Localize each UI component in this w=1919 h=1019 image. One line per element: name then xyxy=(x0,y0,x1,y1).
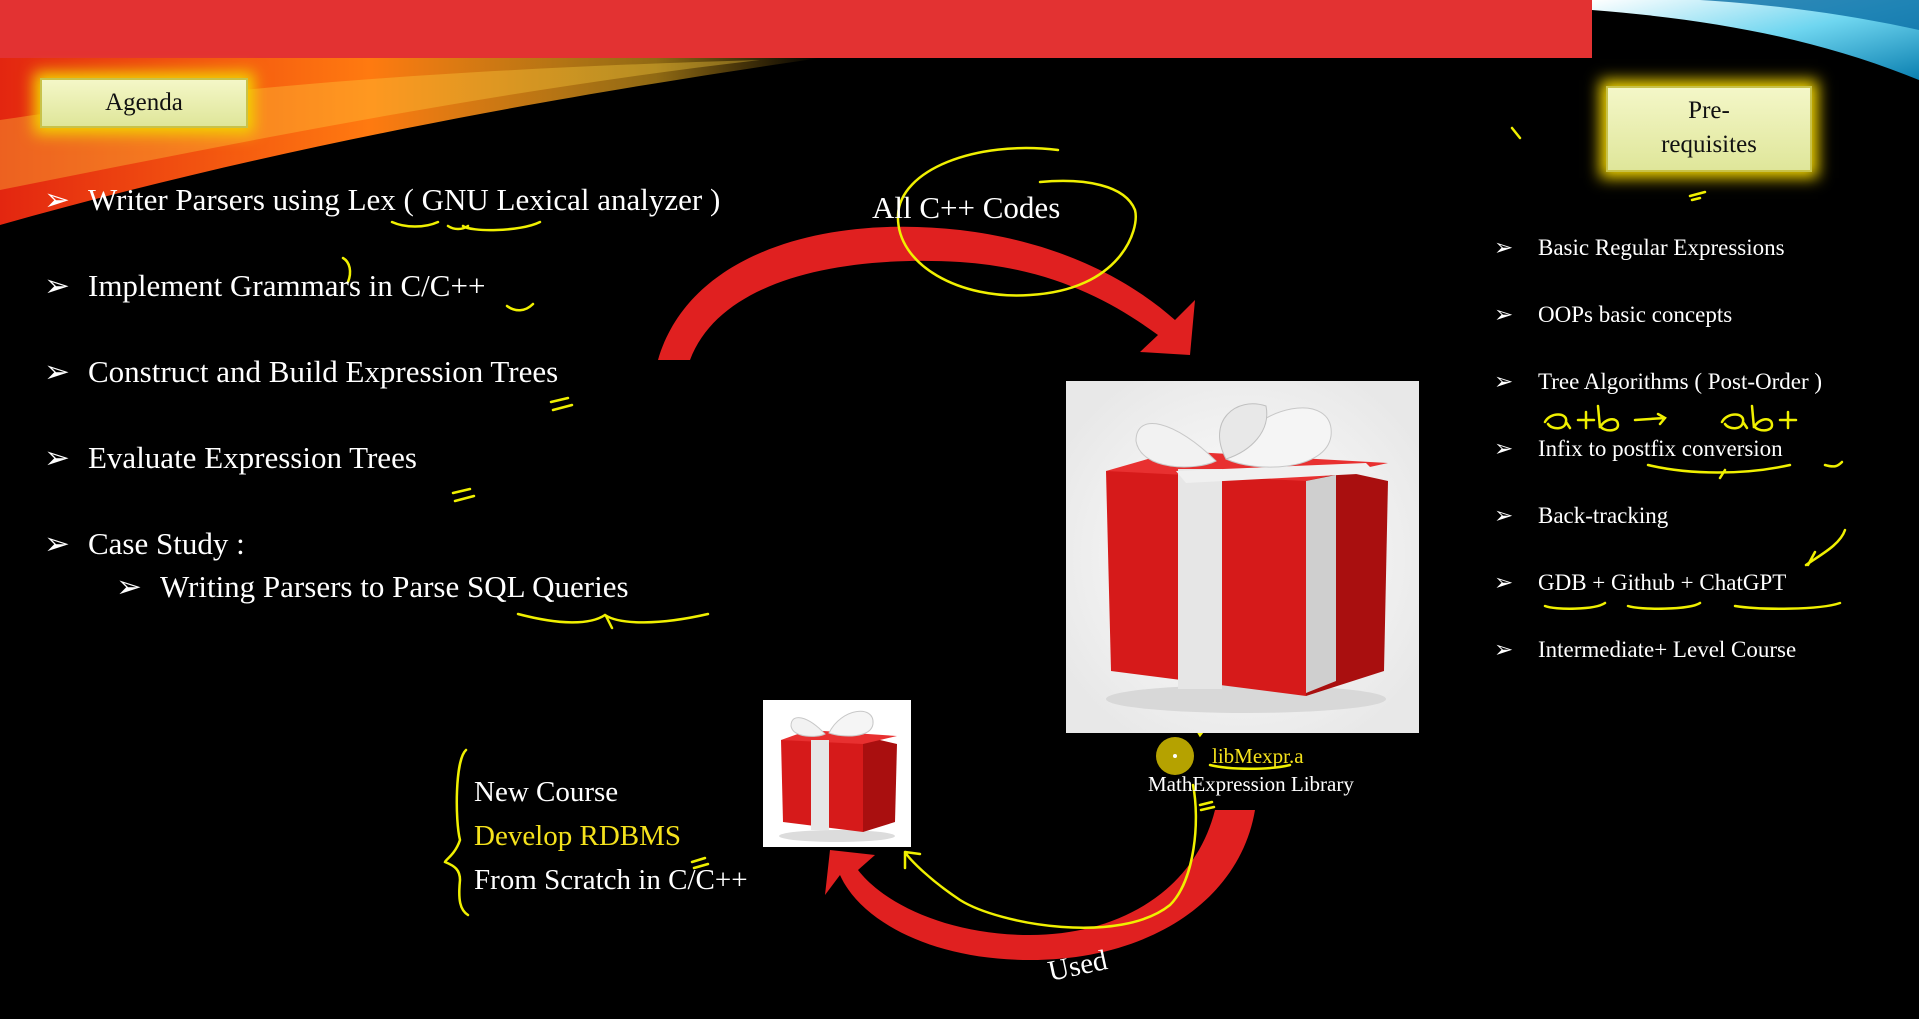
prereq-item-text: Back-tracking xyxy=(1538,503,1669,528)
agenda-item: ➢ Writer Parsers using Lex ( GNU Lexical … xyxy=(44,182,720,218)
agenda-tag: Agenda xyxy=(40,78,248,128)
bullet-icon: ➢ xyxy=(1494,570,1514,595)
agenda-tag-label: Agenda xyxy=(105,89,183,116)
prerequisites-tag: Pre- requisites xyxy=(1606,86,1812,172)
prereq-item: ➢ Back-tracking xyxy=(1494,503,1668,529)
agenda-item-text: Evaluate Expression Trees xyxy=(88,440,417,475)
agenda-item: ➢ Case Study : xyxy=(44,526,245,562)
bullet-icon: ➢ xyxy=(1494,503,1514,528)
agenda-sub-item: ➢ Writing Parsers to Parse SQL Queries xyxy=(116,569,629,605)
library-name-label: MathExpression Library xyxy=(1148,772,1354,796)
prereq-item: ➢ Basic Regular Expressions xyxy=(1494,235,1785,261)
bullet-icon: ➢ xyxy=(116,569,142,604)
prereq-item-text: GDB + Github + ChatGPT xyxy=(1538,570,1787,595)
prerequisites-tag-line2: requisites xyxy=(1661,131,1757,158)
large-gift-box-image xyxy=(1066,381,1419,733)
bullet-icon: ➢ xyxy=(44,268,70,303)
prerequisites-tag-line1: Pre- xyxy=(1688,97,1730,124)
new-course-line1: New Course xyxy=(474,776,619,808)
bullet-icon: ➢ xyxy=(44,440,70,475)
agenda-item-text: Construct and Build Expression Trees xyxy=(88,354,559,389)
prereq-item: ➢ Infix to postfix conversion xyxy=(1494,436,1783,462)
agenda-item-text: Case Study : xyxy=(88,526,245,561)
agenda-item-text: Implement Grammars in C/C++ xyxy=(88,268,486,303)
gift-icon xyxy=(763,700,911,847)
agenda-item: ➢ Construct and Build Expression Trees xyxy=(44,354,558,390)
all-code-label: All C++ Codes xyxy=(872,190,1061,225)
prereq-item-text: OOPs basic concepts xyxy=(1538,302,1733,327)
bullet-icon: ➢ xyxy=(1494,637,1514,662)
prereq-item: ➢ GDB + Github + ChatGPT xyxy=(1494,570,1786,596)
gift-icon xyxy=(1066,381,1419,733)
bullet-icon: ➢ xyxy=(1494,235,1514,260)
library-file-label: libMexpr.a xyxy=(1212,744,1304,768)
agenda-item: ➢ Evaluate Expression Trees xyxy=(44,440,417,476)
prereq-item-text: Basic Regular Expressions xyxy=(1538,235,1785,260)
small-gift-box-image xyxy=(763,700,911,847)
agenda-sub-item-text: Writing Parsers to Parse SQL Queries xyxy=(160,569,629,604)
prereq-item-text: Infix to postfix conversion xyxy=(1538,436,1783,461)
bullet-icon: ➢ xyxy=(44,354,70,389)
agenda-item: ➢ Implement Grammars in C/C++ xyxy=(44,268,485,304)
new-course-block: New Course Develop RDBMS From Scratch in… xyxy=(474,770,748,902)
prereq-item: ➢ OOPs basic concepts xyxy=(1494,302,1732,328)
new-course-line3: From Scratch in C/C++ xyxy=(474,864,748,896)
agenda-item-text: Writer Parsers using Lex ( GNU Lexical a… xyxy=(88,182,721,217)
new-course-line2: Develop RDBMS xyxy=(474,820,682,852)
bullet-icon: ➢ xyxy=(1494,436,1514,461)
top-arrow xyxy=(658,226,1195,360)
bullet-icon: ➢ xyxy=(44,526,70,561)
bullet-icon: ➢ xyxy=(44,182,70,217)
prereq-item-text: Tree Algorithms ( Post-Order ) xyxy=(1538,369,1823,394)
prereq-item-text: Intermediate+ Level Course xyxy=(1538,637,1797,662)
prereq-item: ➢ Tree Algorithms ( Post-Order ) xyxy=(1494,369,1822,395)
bullet-icon: ➢ xyxy=(1494,369,1514,394)
prereq-item: ➢ Intermediate+ Level Course xyxy=(1494,637,1796,663)
bullet-icon: ➢ xyxy=(1494,302,1514,327)
